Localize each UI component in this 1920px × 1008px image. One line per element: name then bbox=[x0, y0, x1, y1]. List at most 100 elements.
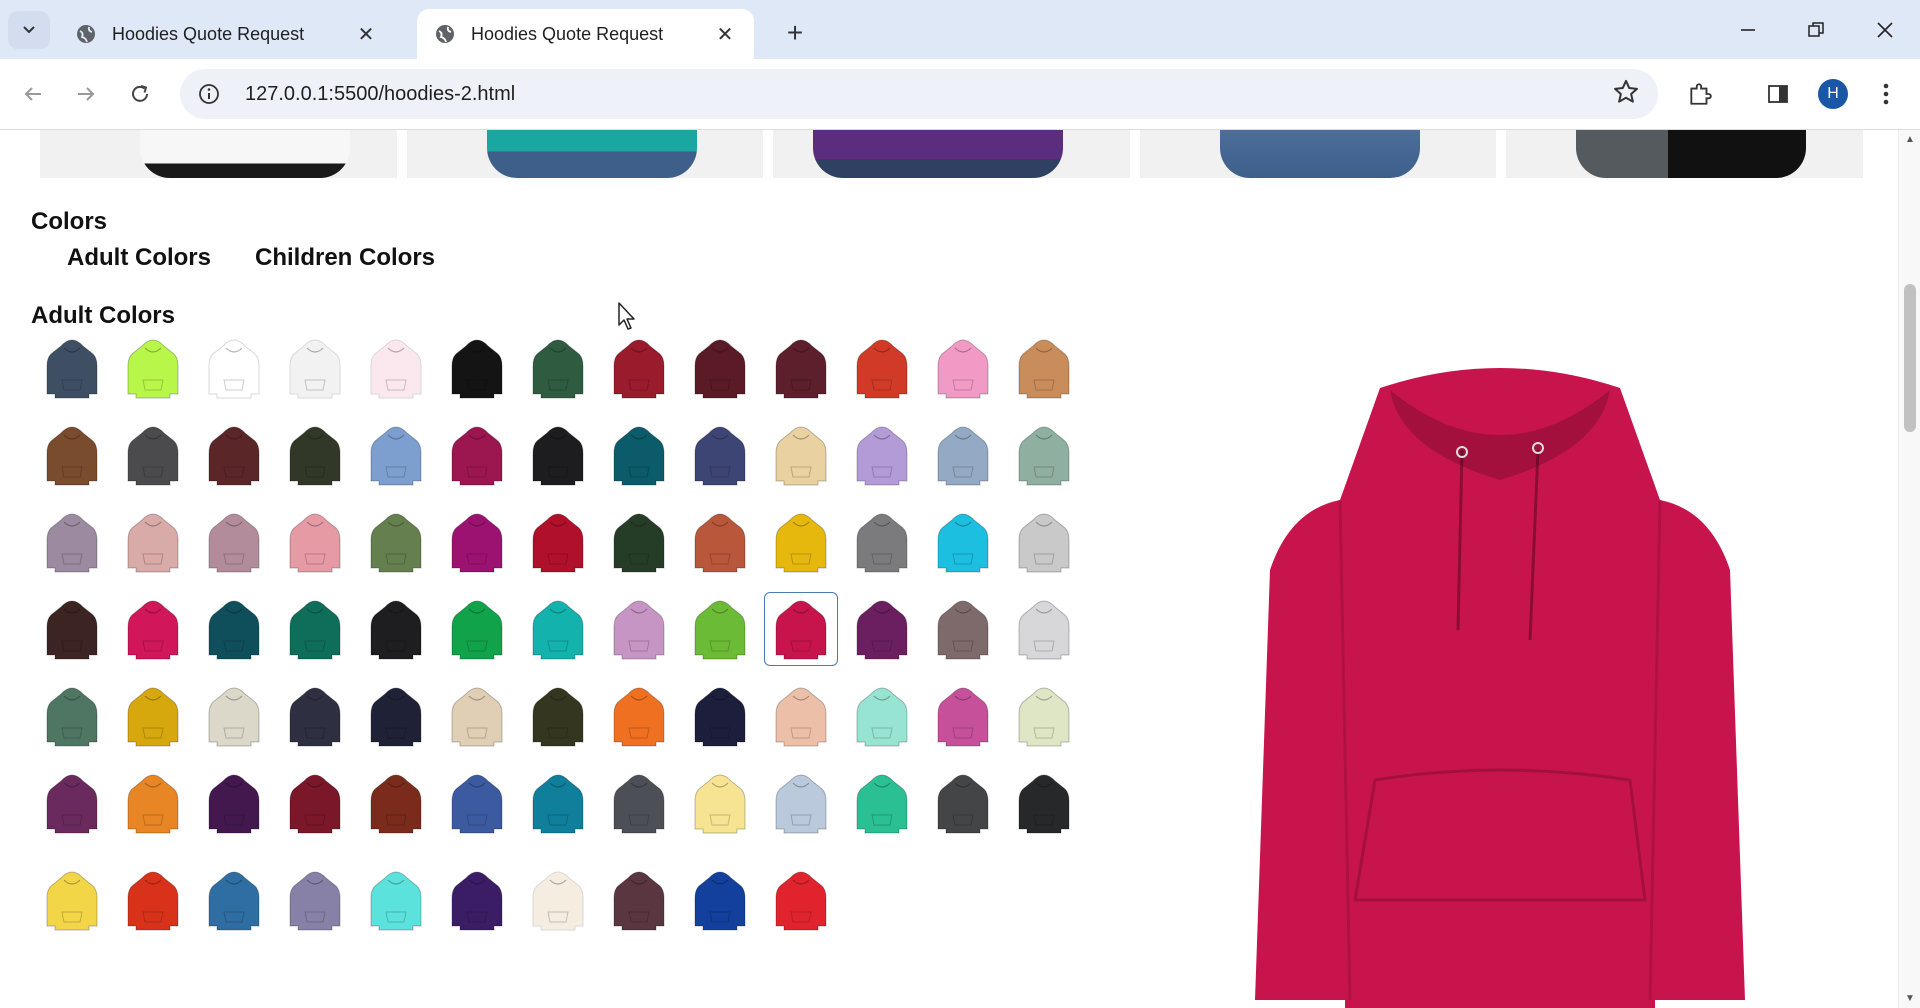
color-swatch[interactable] bbox=[278, 592, 352, 666]
color-swatch[interactable] bbox=[359, 863, 433, 937]
color-swatch[interactable] bbox=[602, 331, 676, 405]
color-swatch[interactable] bbox=[683, 418, 757, 492]
color-swatch[interactable] bbox=[602, 863, 676, 937]
color-swatch[interactable] bbox=[521, 331, 595, 405]
adult-colors-tab[interactable]: Adult Colors bbox=[67, 244, 211, 272]
color-swatch[interactable] bbox=[683, 679, 757, 753]
color-swatch[interactable] bbox=[521, 863, 595, 937]
color-swatch[interactable] bbox=[197, 592, 271, 666]
color-swatch[interactable] bbox=[278, 418, 352, 492]
restore-button[interactable] bbox=[1786, 10, 1846, 50]
color-swatch[interactable] bbox=[602, 505, 676, 579]
address-bar[interactable]: 127.0.0.1:5500/hoodies-2.html bbox=[180, 69, 1658, 119]
color-swatch[interactable] bbox=[278, 766, 352, 840]
color-swatch[interactable] bbox=[440, 418, 514, 492]
color-swatch[interactable] bbox=[521, 418, 595, 492]
color-swatch[interactable] bbox=[116, 863, 190, 937]
color-swatch[interactable] bbox=[35, 863, 109, 937]
color-swatch[interactable] bbox=[197, 331, 271, 405]
color-swatch[interactable] bbox=[683, 863, 757, 937]
bookmark-star-icon[interactable] bbox=[1612, 78, 1640, 111]
color-swatch[interactable] bbox=[845, 679, 919, 753]
color-swatch[interactable] bbox=[764, 505, 838, 579]
color-swatch[interactable] bbox=[1007, 331, 1081, 405]
color-swatch[interactable] bbox=[197, 418, 271, 492]
color-swatch[interactable] bbox=[1007, 418, 1081, 492]
model-photo[interactable] bbox=[1506, 130, 1863, 178]
color-swatch[interactable] bbox=[278, 679, 352, 753]
color-swatch[interactable] bbox=[440, 766, 514, 840]
color-swatch[interactable] bbox=[521, 592, 595, 666]
color-swatch[interactable] bbox=[359, 331, 433, 405]
tab-2-active[interactable]: Hoodies Quote Request ✕ bbox=[417, 9, 754, 59]
color-swatch[interactable] bbox=[683, 505, 757, 579]
color-swatch[interactable] bbox=[764, 863, 838, 937]
color-swatch[interactable] bbox=[764, 679, 838, 753]
color-swatch[interactable] bbox=[116, 592, 190, 666]
color-swatch[interactable] bbox=[116, 331, 190, 405]
minimize-button[interactable] bbox=[1718, 10, 1778, 50]
close-tab-icon[interactable]: ✕ bbox=[714, 23, 736, 46]
color-swatch[interactable] bbox=[521, 766, 595, 840]
new-tab-button[interactable]: + bbox=[778, 16, 812, 50]
color-swatch[interactable] bbox=[602, 592, 676, 666]
color-swatch[interactable] bbox=[764, 331, 838, 405]
color-swatch[interactable] bbox=[683, 766, 757, 840]
color-swatch[interactable] bbox=[278, 505, 352, 579]
color-swatch[interactable] bbox=[845, 592, 919, 666]
color-swatch[interactable] bbox=[116, 418, 190, 492]
color-swatch[interactable] bbox=[35, 766, 109, 840]
color-swatch[interactable] bbox=[602, 766, 676, 840]
color-swatch[interactable] bbox=[359, 679, 433, 753]
color-swatch[interactable] bbox=[440, 592, 514, 666]
back-button[interactable] bbox=[13, 74, 53, 114]
color-swatch[interactable] bbox=[197, 505, 271, 579]
model-photo[interactable] bbox=[406, 130, 764, 178]
color-swatch[interactable] bbox=[683, 592, 757, 666]
color-swatch[interactable] bbox=[845, 418, 919, 492]
extensions-button[interactable] bbox=[1680, 74, 1720, 114]
tab-search-button[interactable] bbox=[8, 11, 50, 49]
color-swatch[interactable] bbox=[926, 418, 1000, 492]
color-swatch[interactable] bbox=[35, 592, 109, 666]
color-swatch[interactable] bbox=[845, 505, 919, 579]
color-swatch[interactable] bbox=[926, 505, 1000, 579]
color-swatch[interactable] bbox=[1007, 766, 1081, 840]
color-swatch[interactable] bbox=[35, 679, 109, 753]
color-swatch[interactable] bbox=[440, 679, 514, 753]
forward-button[interactable] bbox=[66, 74, 106, 114]
site-info-icon[interactable] bbox=[187, 72, 231, 116]
color-swatch[interactable] bbox=[197, 679, 271, 753]
color-swatch[interactable] bbox=[683, 331, 757, 405]
color-swatch[interactable] bbox=[521, 505, 595, 579]
color-swatch[interactable] bbox=[926, 592, 1000, 666]
side-panel-button[interactable] bbox=[1758, 74, 1798, 114]
color-swatch[interactable] bbox=[359, 418, 433, 492]
color-swatch[interactable] bbox=[440, 505, 514, 579]
page-scrollbar[interactable]: ▲ ▼ bbox=[1898, 130, 1920, 1008]
close-window-button[interactable] bbox=[1855, 10, 1915, 50]
model-photo[interactable] bbox=[773, 130, 1130, 178]
color-swatch[interactable] bbox=[35, 418, 109, 492]
scrollbar-thumb[interactable] bbox=[1904, 284, 1916, 432]
close-tab-icon[interactable]: ✕ bbox=[355, 23, 377, 46]
color-swatch[interactable] bbox=[1007, 505, 1081, 579]
model-photo[interactable] bbox=[1139, 130, 1497, 178]
color-swatch[interactable] bbox=[764, 418, 838, 492]
color-swatch[interactable] bbox=[1007, 679, 1081, 753]
color-swatch[interactable] bbox=[359, 505, 433, 579]
menu-button[interactable] bbox=[1866, 74, 1906, 114]
color-swatch[interactable] bbox=[926, 766, 1000, 840]
color-swatch[interactable] bbox=[440, 863, 514, 937]
scroll-down-arrow[interactable]: ▼ bbox=[1905, 993, 1915, 1004]
color-swatch[interactable] bbox=[764, 592, 838, 666]
tab-1[interactable]: Hoodies Quote Request ✕ bbox=[58, 9, 395, 59]
reload-button[interactable] bbox=[120, 74, 160, 114]
color-swatch[interactable] bbox=[845, 766, 919, 840]
color-swatch[interactable] bbox=[926, 679, 1000, 753]
color-swatch[interactable] bbox=[116, 766, 190, 840]
color-swatch[interactable] bbox=[35, 331, 109, 405]
color-swatch[interactable] bbox=[764, 766, 838, 840]
color-swatch[interactable] bbox=[278, 331, 352, 405]
color-swatch[interactable] bbox=[1007, 592, 1081, 666]
